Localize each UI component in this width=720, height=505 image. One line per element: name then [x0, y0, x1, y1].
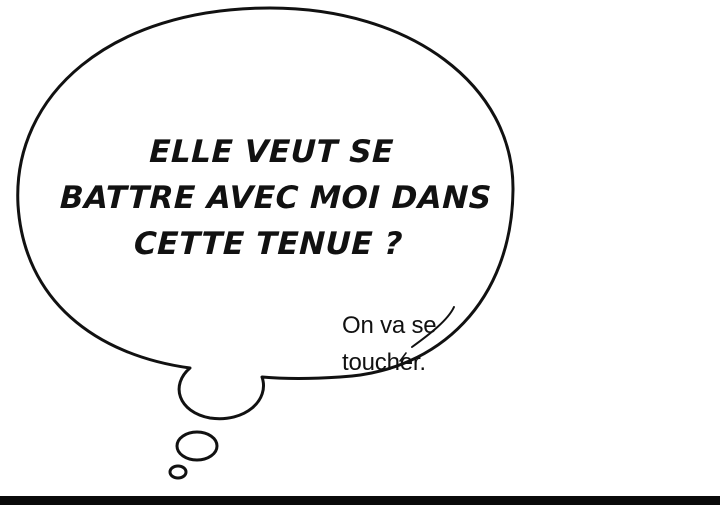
speech-bubble-text: ELLE VEUT SE BATTRE AVEC MOI DANS CETTE … — [58, 129, 493, 267]
side-caption-line: toucher. — [342, 349, 426, 376]
thought-trail-bubble-small — [168, 464, 188, 480]
speech-bubble-line: ELLE VEUT SE — [148, 134, 395, 170]
speech-bubble-line: BATTRE AVEC MOI DANS — [59, 180, 493, 216]
side-caption: On va se toucher. — [342, 307, 472, 381]
thought-trail-bubble-large — [175, 430, 219, 462]
side-caption-line: On va se — [342, 312, 437, 339]
comic-panel: ELLE VEUT SE BATTRE AVEC MOI DANS CETTE … — [0, 0, 720, 505]
panel-border-bottom — [0, 496, 720, 505]
speech-bubble-line: CETTE TENUE ? — [133, 226, 404, 262]
